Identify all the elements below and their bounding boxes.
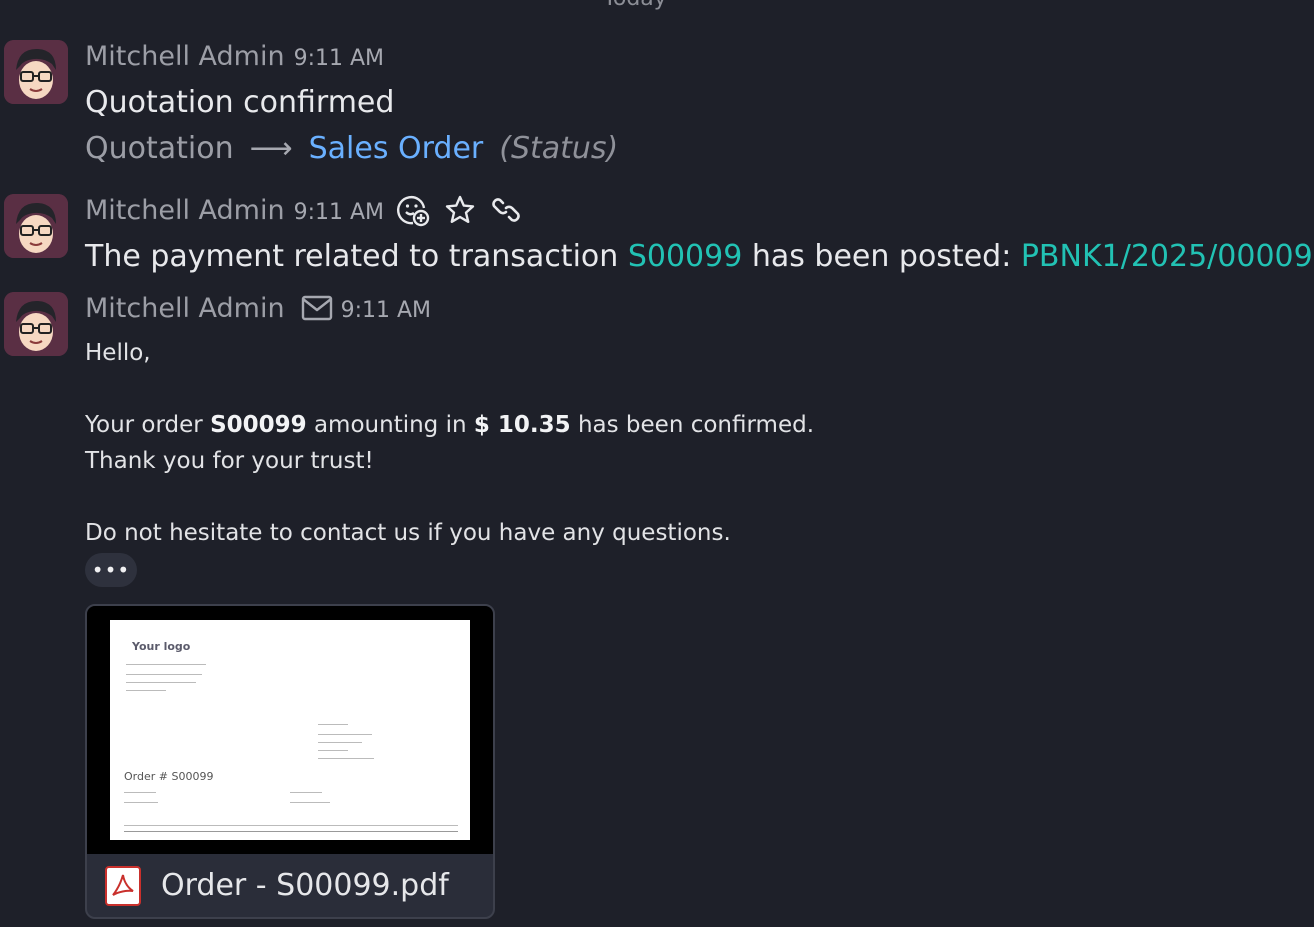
expand-more-button[interactable]: •••	[85, 553, 137, 587]
envelope-icon	[301, 295, 333, 321]
order-amount: $ 10.35	[473, 412, 571, 438]
author-name[interactable]: Mitchell Admin	[85, 41, 285, 72]
link-icon[interactable]	[490, 194, 522, 226]
message-text: The payment related to transaction S0009…	[85, 239, 1313, 274]
arrow-right-icon: ⟶	[249, 131, 293, 166]
thanks-line: Thank you for your trust!	[85, 448, 374, 474]
message-time: 9:11 AM	[293, 45, 385, 71]
pdf-file-icon	[105, 865, 141, 906]
preview-logo: Your logo	[132, 640, 191, 653]
avatar[interactable]	[4, 40, 68, 104]
attachment-preview[interactable]: Your logo Order # S00099	[87, 606, 493, 854]
tracking-new-value: Sales Order	[308, 131, 484, 166]
author-name[interactable]: Mitchell Admin	[85, 293, 285, 324]
message-time: 9:11 AM	[340, 297, 432, 323]
preview-order-number: Order # S00099	[124, 770, 214, 783]
pdf-page-thumbnail: Your logo Order # S00099	[110, 620, 470, 840]
tracking-value: Quotation ⟶ Sales Order (Status)	[85, 131, 1314, 166]
greeting: Hello,	[85, 340, 151, 366]
avatar[interactable]	[4, 292, 68, 356]
add-reaction-icon[interactable]	[396, 193, 430, 227]
day-separator: Today	[0, 0, 1270, 11]
tracking-old-value: Quotation	[85, 131, 234, 166]
transaction-link[interactable]: S00099	[628, 239, 742, 274]
attachment-card[interactable]: Your logo Order # S00099 Order - S00099.…	[85, 604, 495, 919]
avatar[interactable]	[4, 194, 68, 258]
author-name[interactable]: Mitchell Admin	[85, 195, 285, 226]
attachment-filename[interactable]: Order - S00099.pdf	[161, 868, 449, 903]
order-reference: S00099	[210, 412, 307, 438]
contact-line: Do not hesitate to contact us if you hav…	[85, 520, 731, 546]
confirmation-line: Your order S00099 amounting in $ 10.35 h…	[85, 412, 815, 438]
tracking-field-name: (Status)	[499, 131, 619, 166]
star-icon[interactable]	[444, 194, 476, 226]
payment-link[interactable]: PBNK1/2025/00009	[1021, 239, 1313, 274]
email-body: Hello, Your order S00099 amounting in $ …	[85, 335, 1314, 551]
message-time: 9:11 AM	[293, 199, 385, 225]
message-text: Quotation confirmed	[85, 85, 395, 120]
